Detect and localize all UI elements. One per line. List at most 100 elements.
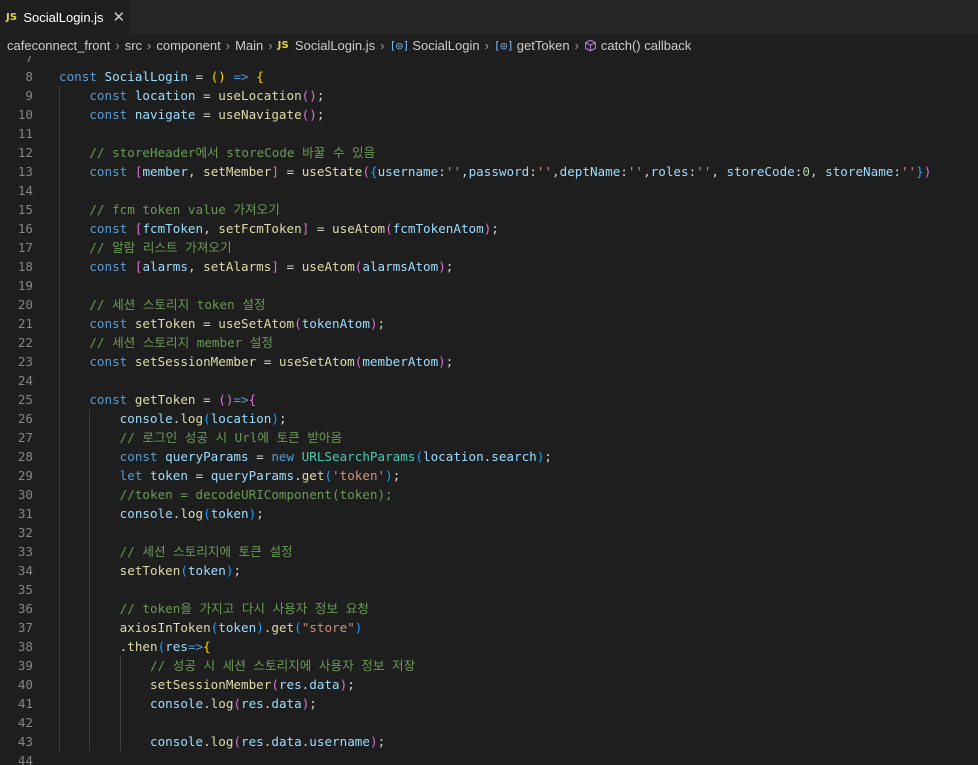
code-line[interactable]: 18 const [alarms, setAlarms] = useAtom(a… — [0, 257, 978, 276]
breadcrumb-item-main[interactable]: Main — [235, 38, 263, 53]
code-text: // fcm token value 가져오기 — [59, 200, 279, 219]
code-line[interactable]: 13 const [member, setMember] = useState(… — [0, 162, 978, 181]
breadcrumb-item-project[interactable]: cafeconnect_front — [7, 38, 110, 53]
code-line[interactable]: 19 — [0, 276, 978, 295]
code-line[interactable]: 34 setToken(token); — [0, 561, 978, 580]
indent-guide — [59, 580, 60, 599]
code-token: // 로그인 성공 시 Url에 토큰 받아옴 — [119, 430, 343, 445]
code-line[interactable]: 12 // storeHeader에서 storeCode 바꿀 수 있음 — [0, 143, 978, 162]
code-token: setSessionMember — [134, 354, 257, 369]
code-line[interactable]: 41 console.log(res.data); — [0, 694, 978, 713]
code-line[interactable]: 38 .then(res=>{ — [0, 637, 978, 656]
code-token: ; — [347, 677, 355, 692]
code-text: const navigate = useNavigate(); — [59, 105, 324, 124]
code-line[interactable]: 26 console.log(location); — [0, 409, 978, 428]
code-line[interactable]: 31 console.log(token); — [0, 504, 978, 523]
code-line[interactable]: 8 const SocialLogin = () => { — [0, 67, 978, 86]
code-line[interactable]: 11 — [0, 124, 978, 143]
code-lines: 7 8 const SocialLogin = () => {9 const loc… — [0, 56, 978, 765]
code-line[interactable]: 39 // 성공 시 세션 스토리지에 사용자 정보 저장 — [0, 656, 978, 675]
code-line[interactable]: 33 // 세션 스토리지에 토큰 설정 — [0, 542, 978, 561]
code-line[interactable]: 27 // 로그인 성공 시 Url에 토큰 받아옴 — [0, 428, 978, 447]
chevron-right-icon: › — [574, 37, 579, 53]
breadcrumb-item-component[interactable]: component — [156, 38, 220, 53]
code-token: = — [187, 468, 211, 483]
close-icon[interactable]: ✕ — [113, 10, 126, 25]
indent-guide — [89, 713, 91, 732]
code-line[interactable]: 40 setSessionMember(res.data); — [0, 675, 978, 694]
code-token: setAlarms — [203, 259, 272, 274]
indent-guide — [89, 523, 91, 542]
line-number: 44 — [17, 753, 33, 765]
code-token: ] — [271, 259, 279, 274]
code-token: console — [150, 696, 204, 711]
code-token: ) — [256, 620, 264, 635]
code-token: res — [165, 639, 188, 654]
code-line[interactable]: 42 — [0, 713, 978, 732]
code-line[interactable]: 37 axiosInToken(token).get("store") — [0, 618, 978, 637]
code-line[interactable]: 29 let token = queryParams.get('token'); — [0, 466, 978, 485]
code-line[interactable]: 10 const navigate = useNavigate(); — [0, 105, 978, 124]
breadcrumb-item-file[interactable]: SocialLogin.js — [295, 38, 375, 53]
code-line[interactable]: 17 // 알람 리스트 가져오기 — [0, 238, 978, 257]
code-token: get — [271, 620, 295, 635]
code-token: const — [89, 259, 135, 274]
code-line[interactable]: 9 const location = useLocation(); — [0, 86, 978, 105]
code-token: , — [461, 164, 469, 179]
code-token: ( — [203, 411, 211, 426]
code-line[interactable]: 25 const getToken = ()=>{ — [0, 390, 978, 409]
breadcrumb-item-src[interactable]: src — [125, 38, 142, 53]
code-token: ; — [445, 259, 454, 274]
code-line[interactable]: 23 const setSessionMember = useSetAtom(m… — [0, 352, 978, 371]
code-token: , — [187, 259, 204, 274]
code-line[interactable]: 21 const setToken = useSetAtom(tokenAtom… — [0, 314, 978, 333]
tab-sociallogin-js[interactable]: JS SocialLogin.js ✕ — [0, 0, 129, 34]
code-line[interactable]: 35 — [0, 580, 978, 599]
code-line[interactable]: 16 const [fcmToken, setFcmToken] = useAt… — [0, 219, 978, 238]
code-token: setToken — [134, 316, 196, 331]
code-token: SocialLogin — [104, 69, 188, 84]
line-number: 34 — [17, 563, 33, 578]
code-line[interactable]: 30 //token = decodeURIComponent(token); — [0, 485, 978, 504]
code-editor[interactable]: 7 8 const SocialLogin = () => {9 const loc… — [0, 56, 978, 765]
code-line[interactable]: 24 — [0, 371, 978, 390]
code-token: ; — [316, 107, 325, 122]
code-line[interactable]: 43 console.log(res.data.username); — [0, 732, 978, 751]
code-token: '' — [536, 164, 553, 179]
code-token: username — [377, 164, 439, 179]
code-line[interactable]: 7 — [0, 56, 978, 67]
code-token: setSessionMember — [150, 677, 272, 692]
code-token: : — [438, 164, 446, 179]
code-line[interactable]: 32 — [0, 523, 978, 542]
code-line[interactable]: 20 // 세션 스토리지 token 설정 — [0, 295, 978, 314]
code-token: navigate — [134, 107, 196, 122]
line-number: 32 — [17, 525, 33, 540]
code-line[interactable]: 22 // 세션 스토리지 member 설정 — [0, 333, 978, 352]
code-token: // 세션 스토리지 member 설정 — [89, 335, 274, 350]
code-token: queryParams — [210, 468, 295, 483]
code-text: const SocialLogin = () => { — [59, 67, 264, 86]
code-line[interactable]: 14 — [0, 181, 978, 200]
code-token: . — [59, 639, 128, 654]
line-number: 28 — [17, 449, 33, 464]
code-token: ( — [362, 164, 370, 179]
line-number: 19 — [17, 278, 33, 293]
code-token: = — [195, 316, 219, 331]
breadcrumb-item-gettoken[interactable]: getToken — [517, 38, 570, 53]
breadcrumb-item-sociallogin[interactable]: SocialLogin — [412, 38, 479, 53]
code-line[interactable]: 28 const queryParams = new URLSearchPara… — [0, 447, 978, 466]
code-token: res — [241, 696, 264, 711]
code-line[interactable]: 44 — [0, 751, 978, 765]
breadcrumb-item-catch-callback[interactable]: catch() callback — [601, 38, 691, 53]
code-token: = — [195, 107, 219, 122]
code-text: console.log(res.data.username); — [59, 732, 385, 751]
code-token: deptName — [559, 164, 621, 179]
code-token: const — [89, 88, 135, 103]
code-line[interactable]: 36 // token을 가지고 다시 사용자 정보 요청 — [0, 599, 978, 618]
code-token: tokenAtom — [301, 316, 370, 331]
code-line[interactable]: 15 // fcm token value 가져오기 — [0, 200, 978, 219]
